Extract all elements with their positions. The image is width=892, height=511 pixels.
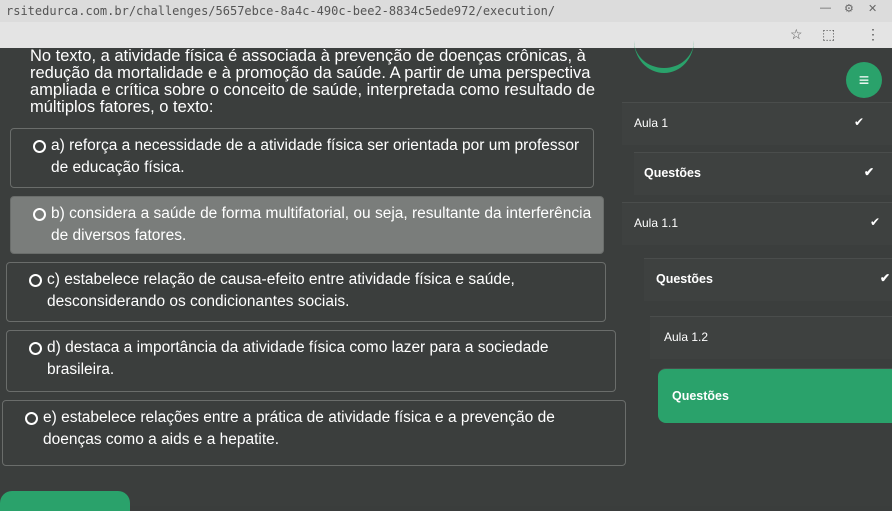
sidebar-item-aula-1[interactable]: Aula 1 ✔: [622, 102, 892, 145]
sidebar-item-label: Aula 1.2: [664, 330, 709, 344]
option-b[interactable]: b) considera a saúde de forma multifator…: [10, 196, 604, 254]
option-text: e) estabelece relações entre a prática d…: [43, 409, 555, 448]
address-bar[interactable]: rsitedurca.com.br/challenges/5657ebce-8a…: [6, 4, 555, 18]
browser-menu-icon[interactable]: ⋮: [866, 26, 880, 43]
option-a[interactable]: a) reforça a necessidade de a atividade …: [10, 128, 594, 188]
radio-icon[interactable]: [25, 412, 38, 425]
sidebar-item-questoes-2[interactable]: Questões ✔: [644, 258, 892, 301]
progress-arc: [634, 8, 694, 73]
option-text: a) reforça a necessidade de a atividade …: [51, 137, 580, 176]
menu-icon[interactable]: ≡: [846, 62, 882, 98]
challenge-page: No texto, a atividade física é associada…: [0, 47, 892, 511]
course-sidebar: ≡ Aula 1 ✔ Questões ✔ Aula 1.1 ✔ Questõe…: [614, 48, 892, 506]
check-icon: ✔: [880, 271, 891, 285]
radio-icon[interactable]: [33, 208, 46, 221]
option-text: c) estabelece relação de causa-efeito en…: [47, 271, 515, 310]
radio-icon[interactable]: [29, 342, 42, 355]
check-icon: ✔: [854, 115, 865, 129]
sidebar-item-label: Aula 1: [634, 116, 669, 130]
extension-icon[interactable]: ⬚: [822, 26, 835, 43]
option-d[interactable]: d) destaca a importância da atividade fí…: [6, 330, 616, 392]
minimize-icon[interactable]: —: [820, 2, 831, 14]
next-button[interactable]: [0, 491, 130, 511]
sidebar-item-label: Questões: [656, 272, 713, 286]
radio-icon[interactable]: [33, 140, 46, 153]
browser-toolbar: ☆ ⬚ ⋮: [0, 22, 892, 48]
sidebar-item-aula-1-2[interactable]: Aula 1.2: [650, 316, 892, 359]
sidebar-item-questoes-3[interactable]: Questões: [658, 368, 892, 423]
bookmark-star-icon[interactable]: ☆: [790, 26, 803, 43]
sidebar-item-label: Questões: [672, 389, 729, 403]
sidebar-item-questoes-1[interactable]: Questões ✔: [634, 152, 892, 195]
gear-icon[interactable]: ⚙: [844, 2, 854, 15]
browser-title-bar: rsitedurca.com.br/challenges/5657ebce-8a…: [0, 0, 892, 22]
check-icon: ✔: [864, 165, 875, 179]
radio-icon[interactable]: [29, 274, 42, 287]
check-icon: ✔: [870, 215, 881, 229]
sidebar-item-label: Aula 1.1: [634, 216, 679, 230]
option-text: b) considera a saúde de forma multifator…: [51, 205, 592, 244]
option-c[interactable]: c) estabelece relação de causa-efeito en…: [6, 262, 606, 322]
sidebar-item-aula-1-1[interactable]: Aula 1.1 ✔: [622, 202, 892, 245]
question-text: No texto, a atividade física é associada…: [30, 47, 596, 116]
option-e[interactable]: e) estabelece relações entre a prática d…: [2, 400, 626, 466]
sidebar-item-label: Questões: [644, 166, 701, 180]
option-text: d) destaca a importância da atividade fí…: [47, 339, 549, 378]
close-icon[interactable]: ✕: [868, 2, 877, 15]
